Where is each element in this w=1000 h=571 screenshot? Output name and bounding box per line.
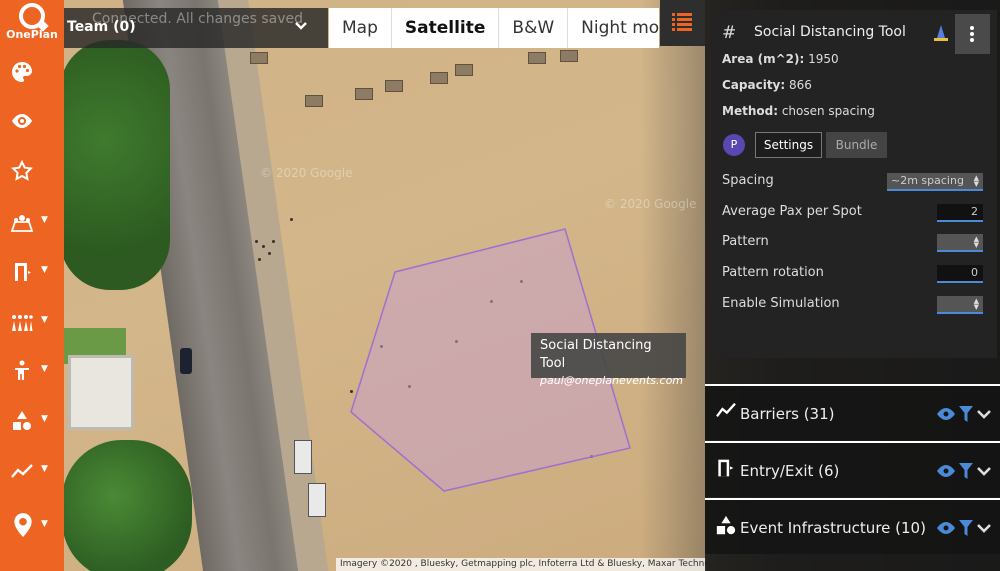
pattern-select[interactable]: ▲ ▼ <box>937 234 983 252</box>
layer-name: Entry/Exit (6) <box>740 462 840 480</box>
sidebar-item-entry-exit[interactable]: ▼ <box>0 252 64 292</box>
rotation-label: Pattern rotation <box>722 265 824 280</box>
logo-icon <box>19 3 45 29</box>
capacity-label: Capacity: <box>722 78 786 92</box>
more-options-button[interactable] <box>955 14 990 54</box>
rotation-input[interactable]: 0 <box>937 265 983 283</box>
tab-night-mode[interactable]: Night mode <box>568 8 659 48</box>
tab-bw[interactable]: B&W <box>499 8 569 48</box>
area-info: Area (m^2): 1950 <box>722 52 839 66</box>
chevron-down-icon: ▼ <box>41 265 48 275</box>
left-sidebar: OnePlan ▼ ▼ ▼ ▼ ▼ ▼ ▼ <box>0 0 64 571</box>
shapes-icon <box>13 411 31 430</box>
tab-satellite[interactable]: Satellite <box>392 8 500 48</box>
chevron-down-icon[interactable] <box>976 463 992 479</box>
team-selector[interactable]: Connected. All changes saved Team (0) <box>64 8 328 48</box>
layer-name: Barriers (31) <box>740 405 835 423</box>
traffic-cone-icon <box>934 25 948 41</box>
filter-icon[interactable] <box>959 463 973 479</box>
right-panel: # Social Distancing Tool Area (m^2): 195… <box>705 0 1000 571</box>
avg-pax-input[interactable]: 2 <box>937 204 983 222</box>
oneplan-logo[interactable]: OnePlan <box>0 0 64 44</box>
sidebar-item-people[interactable]: ▼ <box>0 351 64 391</box>
sidebar-item-favorites[interactable] <box>0 151 64 191</box>
door-icon <box>718 459 734 477</box>
crowd-icon <box>12 315 33 331</box>
chevron-down-icon[interactable] <box>976 406 992 422</box>
capacity-info: Capacity: 866 <box>722 78 812 92</box>
chevron-down-icon <box>295 22 307 30</box>
layer-entry-exit[interactable]: Entry/Exit (6) <box>705 441 1000 497</box>
eye-icon[interactable] <box>937 522 955 534</box>
map-type-tabs: Map Satellite B&W Night mode <box>329 8 659 48</box>
filter-icon[interactable] <box>959 520 973 536</box>
tooltip-email: paul@oneplanevents.com <box>540 374 684 387</box>
method-label: Method: <box>722 104 778 118</box>
logo-text: OnePlan <box>6 28 58 41</box>
eye-icon <box>12 114 32 128</box>
team-label: Team (0) <box>67 19 136 35</box>
tool-properties-card: # Social Distancing Tool Area (m^2): 195… <box>715 10 997 358</box>
area-value: 1950 <box>808 52 839 66</box>
sidebar-item-crowd[interactable]: ▼ <box>0 302 64 342</box>
select-arrows-icon: ▲ ▼ <box>973 297 979 311</box>
door-icon <box>15 263 31 281</box>
method-info: Method: chosen spacing <box>722 104 875 118</box>
simulation-select[interactable]: ▲ ▼ <box>937 296 983 314</box>
avg-pax-label: Average Pax per Spot <box>722 204 862 219</box>
chevron-down-icon[interactable] <box>976 520 992 536</box>
map-pin-icon <box>14 513 32 537</box>
avatar[interactable]: P <box>723 134 745 156</box>
eye-icon[interactable] <box>937 465 955 477</box>
filter-icon[interactable] <box>959 406 973 422</box>
area-label: Area (m^2): <box>722 52 805 66</box>
tab-bundle[interactable]: Bundle <box>826 132 887 158</box>
layer-list-button[interactable] <box>660 0 705 46</box>
palette-icon <box>12 62 32 82</box>
layer-event-infrastructure[interactable]: Event Infrastructure (10) <box>705 498 1000 554</box>
select-arrows-icon: ▲ ▼ <box>973 174 979 188</box>
method-value: chosen spacing <box>781 104 875 118</box>
spacing-label: Spacing <box>722 173 774 188</box>
sidebar-item-style[interactable] <box>0 52 64 92</box>
shapes-icon <box>716 515 736 535</box>
eye-icon[interactable] <box>937 408 955 420</box>
barrier-line-icon <box>716 402 736 418</box>
tab-map[interactable]: Map <box>329 8 392 48</box>
tab-settings[interactable]: Settings <box>755 132 822 158</box>
hash-icon: # <box>722 23 737 43</box>
chevron-down-icon: ▼ <box>41 364 48 374</box>
pattern-label: Pattern <box>722 234 769 249</box>
chevron-down-icon: ▼ <box>41 519 48 529</box>
list-icon <box>672 13 692 31</box>
capacity-value: 866 <box>789 78 812 92</box>
person-icon <box>15 360 29 380</box>
spacing-select[interactable]: ~2m spacing ▲ ▼ <box>887 173 983 191</box>
chevron-down-icon: ▼ <box>41 215 48 225</box>
star-icon <box>11 159 33 181</box>
layer-name: Event Infrastructure (10) <box>740 519 926 537</box>
layer-barriers[interactable]: Barriers (31) <box>705 384 1000 440</box>
chevron-down-icon: ▼ <box>41 464 48 474</box>
line-chart-icon <box>11 464 33 478</box>
panel-title: Social Distancing Tool <box>754 24 906 40</box>
chevron-down-icon: ▼ <box>41 315 48 325</box>
chevron-down-icon: ▼ <box>41 414 48 424</box>
sidebar-item-infrastructure[interactable]: ▼ <box>0 401 64 441</box>
sidebar-item-visibility[interactable] <box>0 101 64 141</box>
map-attribution: Imagery ©2020 , Bluesky, Getmapping plc,… <box>336 558 706 571</box>
spacing-value: ~2m spacing <box>891 174 964 187</box>
simulation-label: Enable Simulation <box>722 296 840 311</box>
select-arrows-icon: ▲ ▼ <box>973 235 979 249</box>
sidebar-item-areas[interactable]: ▼ <box>0 202 64 242</box>
sidebar-item-barriers[interactable]: ▼ <box>0 451 64 491</box>
map-users-icon <box>10 215 34 232</box>
sidebar-item-points[interactable]: ▼ <box>0 506 64 546</box>
zone-tooltip: Social Distancing Tool paul@oneplanevent… <box>531 333 686 387</box>
tooltip-title: Social Distancing Tool <box>540 338 652 371</box>
